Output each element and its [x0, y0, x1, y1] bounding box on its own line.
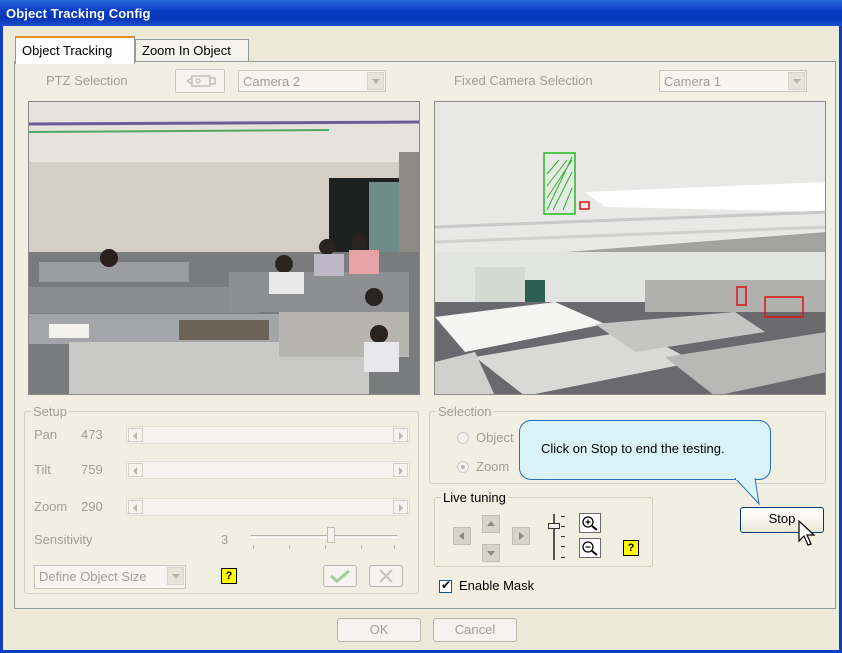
sensitivity-thumb[interactable]: [327, 527, 335, 543]
zoom-level-slider[interactable]: [545, 514, 571, 560]
fixed-camera-label: Fixed Camera Selection: [454, 73, 593, 88]
mouse-cursor-icon: [798, 520, 816, 546]
setup-legend: Setup: [33, 404, 67, 419]
enable-mask-label: Enable Mask: [459, 578, 535, 593]
tilt-slider[interactable]: [126, 461, 410, 479]
ptz-camera-value: Camera 2: [243, 74, 301, 89]
chevron-right-icon[interactable]: [393, 428, 408, 442]
sensitivity-value: 3: [221, 532, 229, 547]
pan-slider[interactable]: [126, 426, 410, 444]
zoom-slider[interactable]: [126, 498, 410, 516]
define-object-size-select[interactable]: Define Object Size: [34, 565, 186, 589]
fixed-camera-video[interactable]: [434, 101, 826, 395]
tooltip-tail: [734, 478, 760, 506]
tilt-up-button[interactable]: [482, 515, 500, 533]
zoom-label: Zoom: [34, 499, 68, 514]
ptz-camera-select[interactable]: Camera 2: [238, 70, 386, 92]
ptz-selection-label: PTZ Selection: [46, 73, 128, 88]
selection-object-label: Object: [476, 430, 514, 445]
selection-zoom-label: Zoom: [476, 459, 510, 474]
checkmark-icon: [330, 569, 350, 583]
help-icon[interactable]: ?: [221, 568, 237, 584]
camera-icon: [186, 75, 216, 87]
live-tuning-legend: Live tuning: [443, 490, 506, 505]
fixed-camera-select[interactable]: Camera 1: [659, 70, 807, 92]
selection-object-radio[interactable]: [457, 432, 469, 444]
tilt-label: Tilt: [34, 462, 51, 477]
zoom-out-button[interactable]: [579, 538, 601, 558]
zoom-level-thumb[interactable]: [548, 523, 560, 529]
zoom-in-button[interactable]: [579, 513, 601, 533]
zoom-in-icon: [582, 516, 598, 531]
tooltip-callout: Click on Stop to end the testing.: [519, 420, 771, 480]
cancel-button[interactable]: Cancel: [433, 618, 517, 642]
object-tracking-panel: PTZ Selection Camera 2 Fixed Camera Sele…: [14, 61, 836, 609]
chevron-right-icon[interactable]: [393, 463, 408, 477]
tilt-value: 759: [81, 462, 103, 477]
zoom-out-icon: [582, 541, 598, 556]
pan-value: 473: [81, 427, 103, 442]
live-tuning-help-icon[interactable]: ?: [623, 540, 639, 556]
pan-label: Pan: [34, 427, 58, 442]
sensitivity-label: Sensitivity: [34, 532, 93, 547]
dialog-window: Object Tracking Zoom In Object PTZ Selec…: [0, 26, 842, 653]
pan-right-button[interactable]: [512, 527, 530, 545]
chevron-left-icon[interactable]: [128, 463, 143, 477]
chevron-left-icon[interactable]: [128, 500, 143, 514]
chevron-down-icon: [167, 567, 184, 585]
fixed-camera-value: Camera 1: [664, 74, 722, 89]
chevron-left-icon[interactable]: [128, 428, 143, 442]
chevron-right-icon[interactable]: [393, 500, 408, 514]
selection-zoom-radio[interactable]: [457, 461, 469, 473]
chevron-down-icon: [788, 72, 805, 90]
zoom-value: 290: [81, 499, 103, 514]
window-title: Object Tracking Config: [0, 0, 842, 26]
tab-object-tracking[interactable]: Object Tracking: [15, 36, 135, 64]
x-icon: [379, 569, 393, 583]
ok-button[interactable]: OK: [337, 618, 421, 642]
define-object-size-value: Define Object Size: [39, 569, 147, 584]
enable-mask-checkbox[interactable]: [439, 578, 452, 593]
tab-zoom-in-object[interactable]: Zoom In Object: [135, 39, 249, 62]
office-scene-ptz: [29, 102, 419, 394]
chevron-down-icon: [367, 72, 384, 90]
confirm-size-button[interactable]: [323, 565, 357, 587]
cancel-size-button[interactable]: [369, 565, 403, 587]
ptz-camera-video[interactable]: [28, 101, 420, 395]
office-scene-fixed: [435, 102, 825, 394]
ptz-camera-button[interactable]: [175, 69, 225, 93]
tilt-down-button[interactable]: [482, 544, 500, 562]
pan-left-button[interactable]: [453, 527, 471, 545]
sensitivity-slider[interactable]: [251, 526, 397, 550]
selection-legend: Selection: [438, 404, 492, 419]
tooltip-text: Click on Stop to end the testing.: [541, 441, 725, 456]
